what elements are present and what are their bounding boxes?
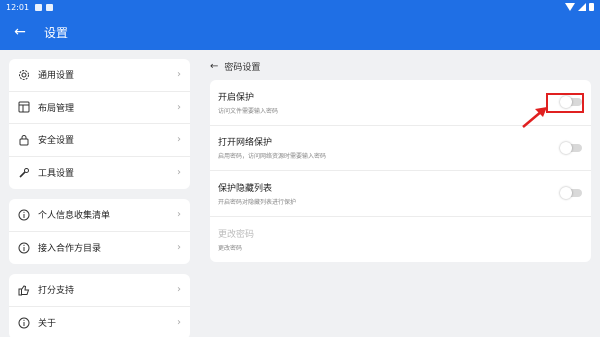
menu-item-rate[interactable]: 打分支持 ›	[9, 274, 190, 307]
chevron-right-icon: ›	[177, 134, 181, 146]
menu-item-label: 关于	[38, 319, 57, 330]
setting-subtitle: 更改密码	[218, 244, 243, 252]
back-arrow-icon[interactable]: ←	[210, 61, 218, 72]
highlight-box	[546, 93, 584, 113]
menu-item-label: 安全设置	[38, 136, 75, 147]
chevron-right-icon: ›	[177, 284, 181, 296]
menu-item-label: 布局管理	[38, 103, 75, 114]
info-icon	[18, 317, 30, 329]
setting-change-password: 更改密码 更改密码	[210, 217, 591, 263]
menu-item-partners[interactable]: 接入合作方目录 ›	[9, 232, 190, 265]
menu-item-label: 工具设置	[38, 169, 75, 180]
menu-item-label: 接入合作方目录	[38, 244, 102, 255]
menu-item-label: 通用设置	[38, 71, 75, 82]
setting-title: 打开网络保护	[218, 138, 273, 149]
setting-hidden-list-protection[interactable]: 保护隐藏列表 开启密码对隐藏列表进行保护	[210, 171, 591, 217]
status-icons	[565, 3, 594, 11]
menu-group-2: 个人信息收集清单 › 接入合作方目录 ›	[9, 199, 190, 264]
lock-icon	[18, 134, 30, 146]
wrench-icon	[18, 167, 30, 179]
app-bar: ← 设置	[0, 14, 600, 50]
menu-group-1: 通用设置 › 布局管理 › 安全设置 › 工具设置 ›	[9, 59, 190, 189]
chevron-right-icon: ›	[177, 209, 181, 221]
setting-network-protection[interactable]: 打开网络保护 启用密码，访问网络资源时需要输入密码	[210, 126, 591, 171]
chevron-right-icon: ›	[177, 317, 181, 329]
chevron-right-icon: ›	[177, 101, 181, 113]
status-time: 12:01	[6, 2, 30, 12]
network-protection-toggle[interactable]	[560, 141, 582, 154]
info-icon	[18, 242, 30, 254]
back-arrow-icon[interactable]: ←	[0, 24, 40, 40]
settings-menu: 通用设置 › 布局管理 › 安全设置 › 工具设置 › 个人信息收集清单 › 接…	[9, 59, 190, 337]
chevron-right-icon: ›	[177, 69, 181, 81]
menu-item-label: 打分支持	[38, 286, 75, 297]
setting-subtitle: 启用密码，访问网络资源时需要输入密码	[218, 153, 327, 161]
signal-icon	[578, 3, 586, 11]
setting-subtitle: 开启密码对隐藏列表进行保护	[218, 198, 297, 206]
status-bar: 12:01	[0, 0, 600, 14]
setting-subtitle: 访问文件需要输入密码	[218, 107, 279, 115]
menu-item-about[interactable]: 关于 ›	[9, 307, 190, 337]
chevron-right-icon: ›	[177, 167, 181, 179]
thumbs-up-icon	[18, 284, 30, 296]
breadcrumb: ← 密码设置	[210, 59, 591, 73]
password-settings-pane: ← 密码设置 开启保护 访问文件需要输入密码 打开网络保护 启用密码，访问网络资…	[210, 59, 591, 262]
menu-item-personal-info[interactable]: 个人信息收集清单 ›	[9, 199, 190, 232]
setting-title: 开启保护	[218, 92, 255, 103]
menu-item-layout[interactable]: 布局管理 ›	[9, 92, 190, 124]
hidden-list-protection-toggle[interactable]	[560, 187, 582, 200]
menu-item-general[interactable]: 通用设置 ›	[9, 59, 190, 92]
gear-icon	[18, 69, 30, 81]
wifi-icon	[565, 3, 575, 11]
chevron-right-icon: ›	[177, 242, 181, 254]
annotation-arrow-icon	[522, 107, 547, 128]
layout-icon	[18, 101, 30, 113]
page-title: 设置	[44, 25, 69, 40]
setting-title: 更改密码	[218, 229, 255, 240]
menu-item-tools[interactable]: 工具设置 ›	[9, 157, 190, 190]
breadcrumb-label: 密码设置	[224, 62, 261, 73]
info-icon	[18, 209, 30, 221]
menu-group-3: 打分支持 › 关于 ›	[9, 274, 190, 337]
menu-item-security[interactable]: 安全设置 ›	[9, 124, 190, 157]
notification-icon-2	[46, 3, 54, 11]
menu-item-label: 个人信息收集清单	[38, 211, 111, 222]
battery-icon	[589, 3, 594, 11]
notification-icon	[35, 3, 43, 11]
setting-title: 保护隐藏列表	[218, 183, 273, 194]
